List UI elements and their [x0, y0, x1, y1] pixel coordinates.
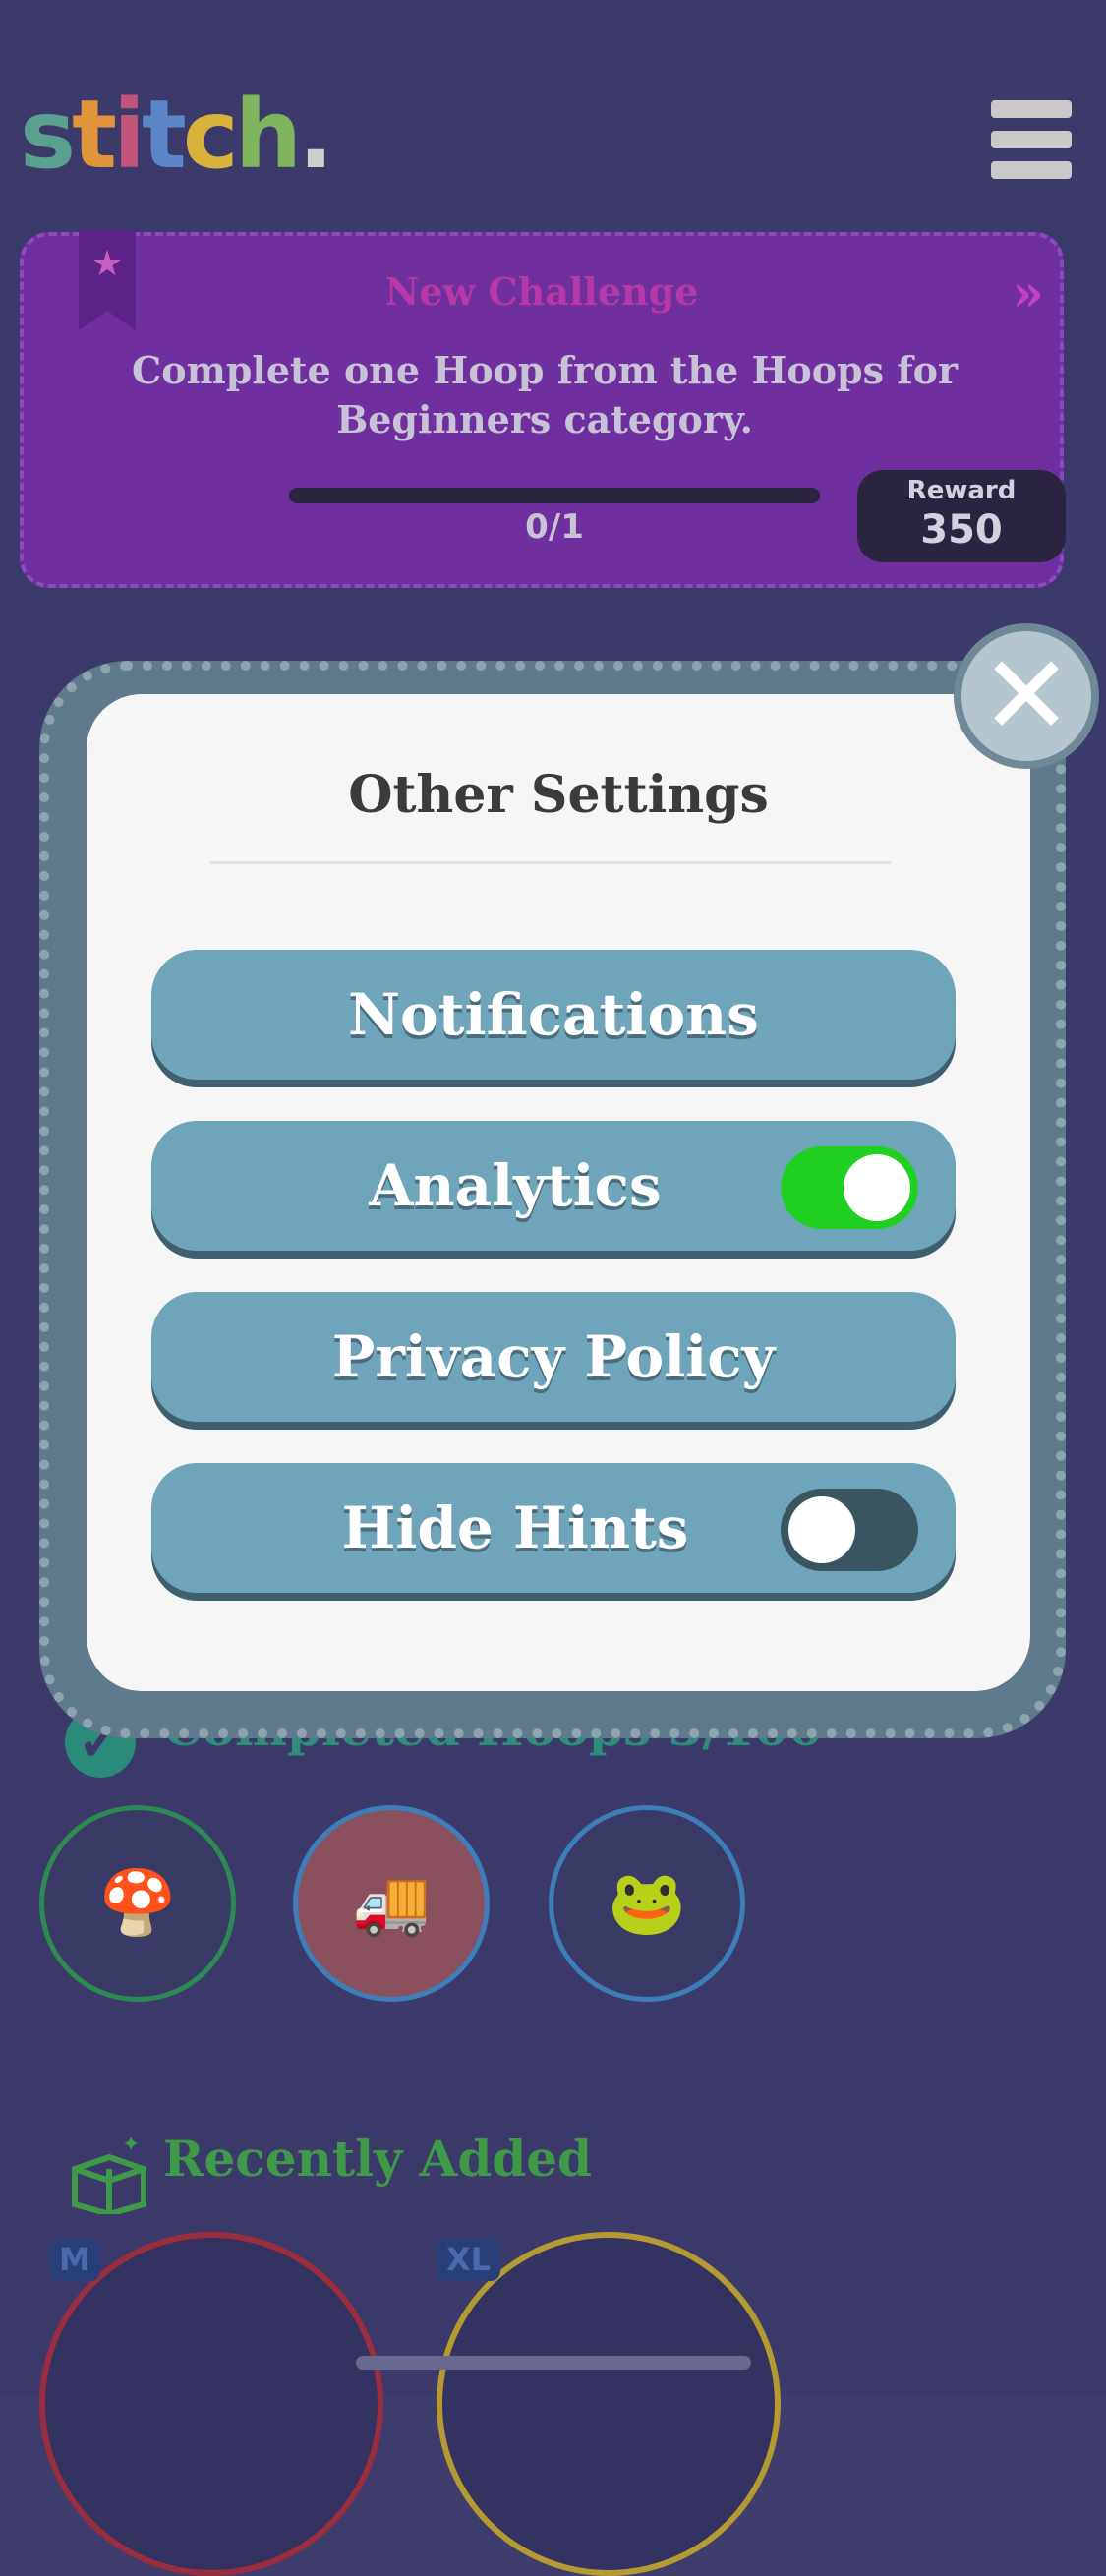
modal-title: Other Settings — [348, 765, 769, 825]
close-button[interactable]: ✕ — [961, 631, 1091, 761]
notifications-label: Notifications — [348, 981, 759, 1048]
toggle-knob — [844, 1154, 910, 1221]
privacy-policy-label: Privacy Policy — [331, 1323, 776, 1390]
toggle-knob — [788, 1496, 855, 1563]
home-indicator — [356, 2356, 751, 2370]
hide-hints-row[interactable]: Hide Hints — [151, 1463, 956, 1593]
app-background: stitch. ★ New Challenge » Complete one H… — [0, 0, 1106, 2576]
other-settings-modal: Other Settings Notifications Analytics P… — [87, 694, 1030, 1691]
analytics-label: Analytics — [369, 1152, 662, 1219]
privacy-policy-button[interactable]: Privacy Policy — [151, 1292, 956, 1422]
modal-divider — [210, 861, 891, 864]
hide-hints-toggle[interactable] — [781, 1489, 918, 1571]
analytics-row[interactable]: Analytics — [151, 1121, 956, 1251]
notifications-button[interactable]: Notifications — [151, 950, 956, 1080]
hide-hints-label: Hide Hints — [341, 1494, 689, 1561]
analytics-toggle[interactable] — [781, 1146, 918, 1229]
close-x-icon: ✕ — [980, 632, 1073, 760]
